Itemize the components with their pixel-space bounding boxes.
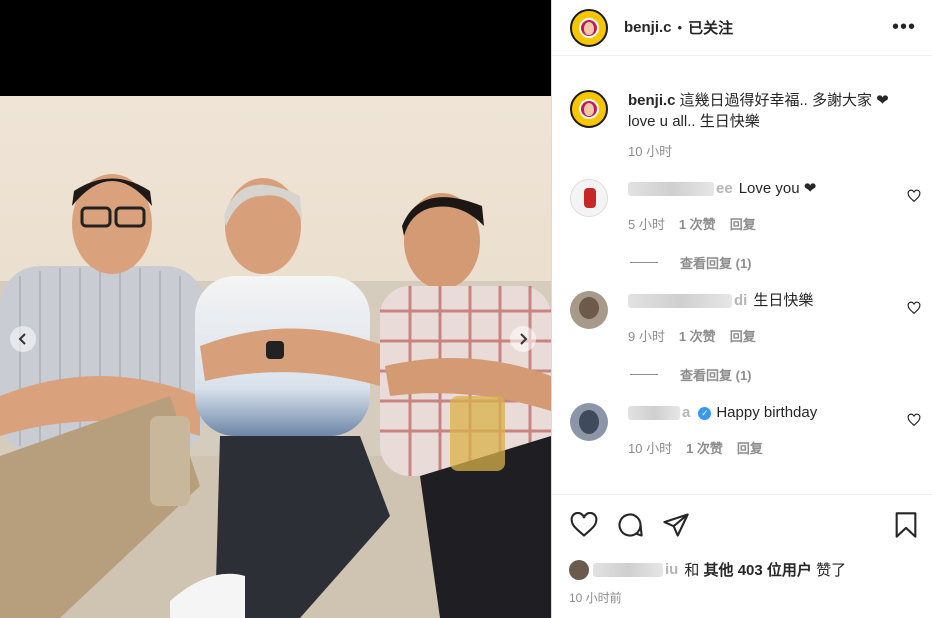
heart-icon[interactable] <box>907 413 921 427</box>
likes-and: 和 <box>684 562 700 579</box>
chevron-right-icon <box>520 333 528 345</box>
comment-button[interactable] <box>615 510 645 540</box>
comment-likes[interactable]: 1 次赞 <box>679 214 716 233</box>
post-photo-pane <box>0 0 551 618</box>
comment-username[interactable]: di <box>734 291 747 311</box>
comment-likes[interactable]: 1 次赞 <box>679 326 716 345</box>
view-replies-button[interactable]: 查看回复 (1) <box>630 253 932 272</box>
post-time[interactable]: 10 小时前 <box>569 589 921 606</box>
comment-username[interactable]: ee <box>716 179 733 199</box>
reply-button[interactable]: 回复 <box>730 326 756 345</box>
avatar[interactable] <box>570 291 608 329</box>
view-replies-label: 查看回复 (1) <box>680 368 752 383</box>
post-side-panel: benji.c • 已关注 ••• benji.c 這幾日過得好幸福.. 多謝大家… <box>551 0 932 618</box>
comment-item: ee Love you ❤ 5 小时 1 次赞 回复 <box>552 179 932 233</box>
blurred-username <box>628 294 732 308</box>
comment-likes[interactable]: 1 次赞 <box>686 438 723 457</box>
caption: benji.c 這幾日過得好幸福.. 多謝大家 ❤ love u all.. 生日… <box>552 77 932 132</box>
comment-text: 生日快樂 <box>753 292 814 309</box>
avatar <box>569 559 589 580</box>
avatar[interactable] <box>570 179 608 217</box>
more-options-button[interactable]: ••• <box>892 16 916 39</box>
caption-time[interactable]: 10 小时 <box>628 141 932 160</box>
reply-button[interactable]: 回复 <box>737 438 763 457</box>
comment-time[interactable]: 5 小时 <box>628 214 665 233</box>
likes-liked: 赞了 <box>816 562 847 579</box>
caption-body: benji.c 這幾日過得好幸福.. 多謝大家 ❤ love u all.. 生日… <box>628 90 908 132</box>
post-photo[interactable] <box>0 96 551 618</box>
avatar[interactable] <box>570 8 608 47</box>
likes-others[interactable]: 其他 403 位用户 <box>704 559 812 580</box>
share-button[interactable] <box>661 510 691 540</box>
comment-icon <box>618 513 643 537</box>
comment-item: a ✓ Happy birthday 10 小时 1 次赞 回复 <box>552 403 932 457</box>
comment-time[interactable]: 10 小时 <box>628 438 672 457</box>
blurred-username <box>593 562 663 577</box>
carousel-next-button[interactable] <box>510 326 536 352</box>
chevron-left-icon <box>18 333 26 345</box>
comments-section[interactable]: benji.c 這幾日過得好幸福.. 多謝大家 ❤ love u all.. 生日… <box>552 77 932 493</box>
post-header: benji.c • 已关注 ••• <box>552 0 932 56</box>
comment-item: di 生日快樂 9 小时 1 次赞 回复 <box>552 291 932 345</box>
share-icon <box>663 513 689 537</box>
caption-text-line2: love u all.. 生日快樂 <box>628 113 760 130</box>
post-username[interactable]: benji.c <box>624 19 672 36</box>
follow-status-button[interactable]: 已关注 <box>688 17 733 38</box>
view-replies-label: 查看回复 (1) <box>680 256 752 271</box>
caption-text: 這幾日過得好幸福.. 多謝大家 ❤ <box>679 92 889 109</box>
heart-icon[interactable] <box>907 301 921 315</box>
comment-text: Happy birthday <box>716 404 818 421</box>
blurred-username <box>628 406 680 420</box>
liker-username[interactable]: iu <box>665 561 678 578</box>
likes-summary[interactable]: iu 和 其他 403 位用户 赞了 <box>569 559 921 580</box>
heart-icon <box>570 512 598 537</box>
bookmark-icon <box>895 512 917 538</box>
verified-icon: ✓ <box>698 406 712 420</box>
caption-username[interactable]: benji.c <box>628 92 676 109</box>
caption-avatar[interactable] <box>570 90 608 128</box>
comment-time[interactable]: 9 小时 <box>628 326 665 345</box>
comment-text: Love you ❤ <box>738 180 817 197</box>
carousel-prev-button[interactable] <box>10 326 36 352</box>
like-button[interactable] <box>569 510 599 540</box>
avatar[interactable] <box>570 403 608 441</box>
reply-button[interactable]: 回复 <box>730 214 756 233</box>
post-actions: iu 和 其他 403 位用户 赞了 10 小时前 <box>552 494 932 606</box>
separator-dot: • <box>677 20 683 35</box>
comment-username[interactable]: a <box>682 403 690 423</box>
view-replies-button[interactable]: 查看回复 (1) <box>630 365 932 384</box>
heart-icon[interactable] <box>907 189 921 203</box>
blurred-username <box>628 182 714 196</box>
save-button[interactable] <box>891 510 921 540</box>
